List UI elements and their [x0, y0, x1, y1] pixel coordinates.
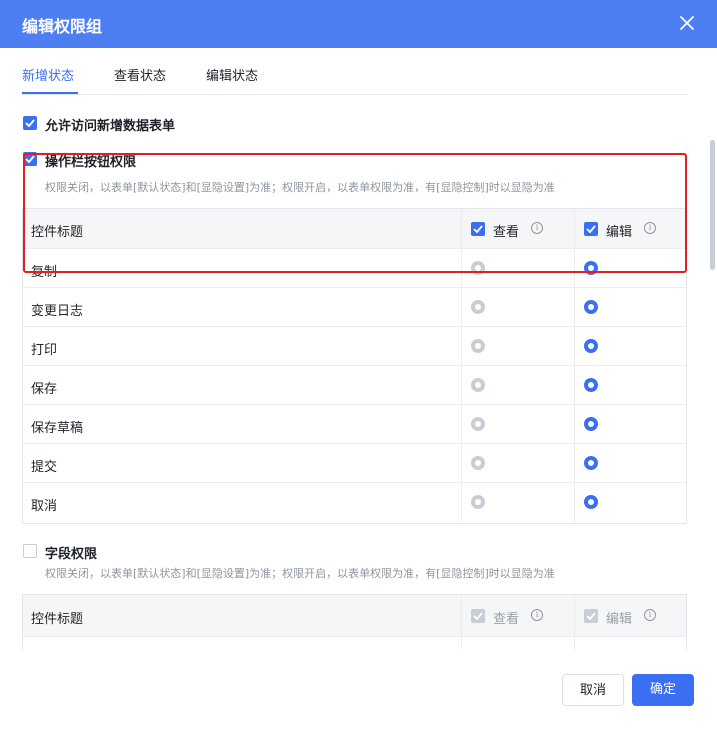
field-permission-checkbox[interactable] [23, 544, 37, 558]
tab-add-status[interactable]: 新增状态 [22, 65, 74, 84]
view-radio[interactable] [471, 300, 485, 314]
tab-view-status[interactable]: 查看状态 [114, 65, 166, 84]
close-icon[interactable] [677, 13, 697, 33]
cancel-button[interactable]: 取消 [562, 674, 624, 706]
table-row: 保存 [23, 366, 686, 405]
column-title-header: 控件标题 [31, 225, 84, 240]
field-permission-label: 字段权限 [45, 547, 98, 562]
edit-radio[interactable] [584, 495, 598, 509]
edit-column-header: 编辑 [606, 225, 633, 240]
row-label: 变更日志 [31, 304, 84, 319]
field-permission-hint: 权限关闭，以表单[默认状态]和[显隐设置]为准；权限开启，以表单权限为准，有[显… [45, 567, 555, 580]
view-column-header: 查看 [493, 612, 520, 627]
table-row [23, 637, 686, 650]
table-header-row: 控件标题 查看 i 编辑 i [23, 209, 686, 249]
view-radio[interactable] [471, 378, 485, 392]
edit-radio[interactable] [584, 261, 598, 275]
table-header-row: 控件标题 查看 i 编辑 i [23, 595, 686, 637]
table-row: 保存草稿 [23, 405, 686, 444]
field-permission-table: 控件标题 查看 i 编辑 i [22, 594, 687, 650]
table-row: 取消 [23, 483, 686, 522]
view-radio[interactable] [471, 339, 485, 353]
view-radio[interactable] [471, 261, 485, 275]
dialog-title: 编辑权限组 [22, 17, 103, 36]
vertical-scrollbar[interactable] [710, 140, 715, 270]
confirm-button[interactable]: 确定 [632, 674, 694, 706]
action-permission-table: 控件标题 查看 i 编辑 i 复制 变更日志 打印 保存 保存草稿 提交 取消 [22, 208, 687, 524]
view-all-checkbox[interactable] [471, 609, 485, 623]
edit-column-header: 编辑 [606, 612, 633, 627]
action-bar-permission-hint: 权限关闭，以表单[默认状态]和[显隐设置]为准；权限开启，以表单权限为准，有[显… [45, 181, 555, 194]
view-radio[interactable] [471, 456, 485, 470]
view-radio[interactable] [471, 495, 485, 509]
edit-all-checkbox[interactable] [584, 609, 598, 623]
row-label: 保存 [31, 382, 58, 397]
row-label: 取消 [31, 499, 58, 514]
view-all-checkbox[interactable] [471, 222, 485, 236]
table-row: 提交 [23, 444, 686, 483]
allow-access-checkbox[interactable] [23, 116, 37, 130]
status-tabs: 新增状态 查看状态 编辑状态 [22, 48, 688, 95]
dialog-content: 允许访问新增数据表单 操作栏按钮权限 权限关闭，以表单[默认状态]和[显隐设置]… [0, 95, 707, 650]
action-bar-permission-label: 操作栏按钮权限 [45, 155, 137, 170]
edit-radio[interactable] [584, 417, 598, 431]
info-icon[interactable]: i [531, 609, 543, 621]
action-bar-permission-checkbox[interactable] [23, 152, 37, 166]
info-icon[interactable]: i [644, 222, 656, 234]
table-row: 复制 [23, 249, 686, 288]
row-label: 打印 [31, 343, 58, 358]
edit-radio[interactable] [584, 456, 598, 470]
edit-all-checkbox[interactable] [584, 222, 598, 236]
row-label: 复制 [31, 265, 58, 280]
edit-radio[interactable] [584, 378, 598, 392]
allow-access-label: 允许访问新增数据表单 [45, 119, 176, 134]
table-row: 变更日志 [23, 288, 686, 327]
row-label: 保存草稿 [31, 421, 84, 436]
info-icon[interactable]: i [644, 609, 656, 621]
row-label: 提交 [31, 460, 58, 475]
edit-radio[interactable] [584, 300, 598, 314]
dialog-footer: 取消 确定 [0, 650, 717, 729]
table-row: 打印 [23, 327, 686, 366]
column-title-header: 控件标题 [31, 612, 84, 627]
view-column-header: 查看 [493, 225, 520, 240]
dialog-header: 编辑权限组 [0, 0, 717, 48]
edit-radio[interactable] [584, 339, 598, 353]
info-icon[interactable]: i [531, 222, 543, 234]
active-tab-indicator [22, 92, 78, 94]
tab-edit-status[interactable]: 编辑状态 [206, 65, 258, 84]
view-radio[interactable] [471, 417, 485, 431]
